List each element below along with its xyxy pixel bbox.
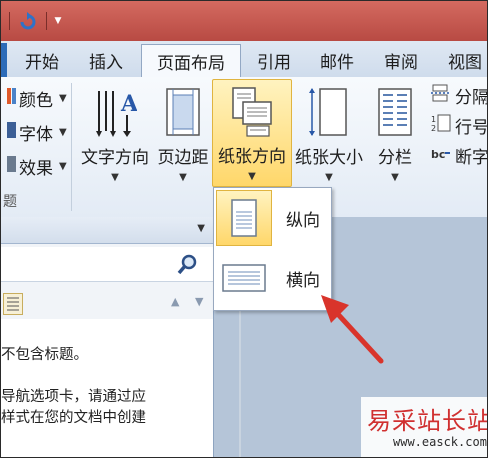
svg-text:bc: bc	[431, 148, 445, 161]
portrait-option[interactable]: 纵向	[216, 190, 328, 246]
line-numbers-label: 行号	[455, 117, 488, 138]
navigation-pane-header: ▼	[1, 217, 213, 244]
columns-label: 分栏	[378, 148, 412, 168]
landscape-option[interactable]: 横向	[216, 250, 328, 306]
watermark-text: 易采站长站	[367, 407, 488, 435]
search-icon[interactable]	[177, 253, 199, 279]
hyphenation-button[interactable]: bc 断字	[431, 143, 488, 168]
svg-text:A: A	[120, 91, 137, 117]
hyphenation-icon: bc	[431, 144, 451, 167]
theme-fonts-label: 字体	[19, 124, 53, 145]
ribbon-tabs: 开始 插入 页面布局 引用 邮件 审阅 视图	[1, 41, 487, 78]
navigation-pane-message: 不包含标题。 导航选项卡，请通过应 样式在您的文档中创建	[1, 319, 213, 457]
columns-icon	[376, 81, 414, 139]
theme-colors-button[interactable]: 颜色 ▼	[7, 85, 67, 111]
font-icon	[7, 121, 17, 144]
paper-size-icon	[308, 81, 350, 139]
orientation-button[interactable]: 纸张方向 ▼	[212, 79, 292, 187]
group-separator	[71, 83, 72, 211]
svg-text:2: 2	[431, 124, 436, 132]
tab-mailings[interactable]: 邮件	[309, 45, 365, 76]
breaks-label: 分隔	[455, 87, 488, 108]
qat-separator	[9, 12, 10, 30]
line-numbers-icon: 12	[431, 114, 451, 137]
themes-group-label: 题	[3, 194, 17, 210]
file-tab-edge[interactable]	[1, 43, 7, 77]
theme-colors-label: 颜色	[19, 90, 53, 111]
effects-icon	[7, 155, 17, 178]
red-arrow-annotation	[321, 295, 384, 364]
tab-insert[interactable]: 插入	[79, 45, 133, 76]
margins-icon	[163, 81, 203, 139]
site-watermark: 易采站长站 www.easck.com	[361, 397, 488, 457]
chevron-down-icon: ▼	[59, 160, 67, 172]
margins-label: 页边距	[157, 148, 209, 168]
theme-fonts-button[interactable]: 字体 ▼	[7, 119, 67, 145]
breaks-button[interactable]: 分隔	[431, 83, 488, 108]
chevron-down-icon: ▼	[248, 171, 256, 182]
chevron-down-icon: ▼	[325, 172, 333, 183]
columns-button[interactable]: 分栏 ▼	[371, 81, 419, 185]
chevron-down-icon: ▼	[59, 92, 67, 104]
word-window: ▼ 开始 插入 页面布局 引用 邮件 审阅 视图 颜色 ▼ 字体 ▼ 效果 ▼ …	[0, 0, 488, 458]
hyphenation-label: 断字	[455, 147, 488, 168]
message-line: 样式在您的文档中创建	[1, 410, 146, 426]
watermark-url: www.easck.com	[393, 435, 487, 449]
quick-access-toolbar: ▼	[7, 9, 63, 33]
page-thumbnails-icon[interactable]	[3, 293, 23, 315]
title-bar: ▼	[1, 1, 487, 41]
tab-home[interactable]: 开始	[15, 45, 69, 76]
tab-view[interactable]: 视图	[437, 45, 487, 76]
next-icon[interactable]: ▼	[195, 295, 203, 308]
svg-text:1: 1	[431, 115, 436, 124]
orientation-label: 纸张方向	[218, 147, 286, 167]
redo-icon[interactable]	[16, 9, 40, 33]
tab-review[interactable]: 审阅	[373, 45, 429, 76]
previous-icon[interactable]: ▲	[171, 295, 179, 308]
text-direction-button[interactable]: A 文字方向 ▼	[77, 81, 153, 185]
palette-icon	[7, 87, 17, 110]
qat-separator	[46, 12, 47, 30]
breaks-icon	[431, 84, 451, 107]
portrait-label: 纵向	[286, 210, 320, 231]
theme-effects-label: 效果	[19, 158, 53, 179]
size-label: 纸张大小	[295, 148, 363, 168]
customize-qat-icon[interactable]: ▼	[53, 11, 63, 31]
line-numbers-button[interactable]: 12 行号	[431, 113, 488, 138]
landscape-icon	[216, 250, 272, 306]
theme-effects-button[interactable]: 效果 ▼	[7, 153, 67, 179]
chevron-down-icon: ▼	[59, 126, 67, 138]
landscape-label: 横向	[286, 270, 320, 291]
portrait-icon	[216, 190, 272, 246]
chevron-down-icon: ▼	[111, 172, 119, 183]
tab-page-layout[interactable]: 页面布局	[141, 44, 241, 77]
message-line: 导航选项卡，请通过应	[1, 389, 146, 405]
tab-references[interactable]: 引用	[247, 45, 301, 76]
navigation-pane: ▼ ▲ ▼ 不包含标题。 导航选项卡，请通过应 样式在您的文档中创建	[1, 217, 214, 457]
orientation-menu: 纵向 横向	[213, 187, 332, 311]
message-line	[1, 366, 213, 387]
chevron-down-icon: ▼	[391, 172, 399, 183]
size-button[interactable]: 纸张大小 ▼	[291, 81, 367, 185]
navigation-search-box[interactable]	[1, 247, 213, 282]
message-line: 不包含标题。	[1, 347, 88, 363]
orientation-icon	[229, 80, 275, 138]
pane-options-icon[interactable]: ▼	[197, 223, 205, 234]
navigation-tabs: ▲ ▼	[1, 287, 213, 319]
chevron-down-icon: ▼	[179, 172, 187, 183]
margins-button[interactable]: 页边距 ▼	[155, 81, 211, 185]
text-direction-label: 文字方向	[81, 148, 149, 168]
text-direction-icon: A	[93, 81, 137, 139]
